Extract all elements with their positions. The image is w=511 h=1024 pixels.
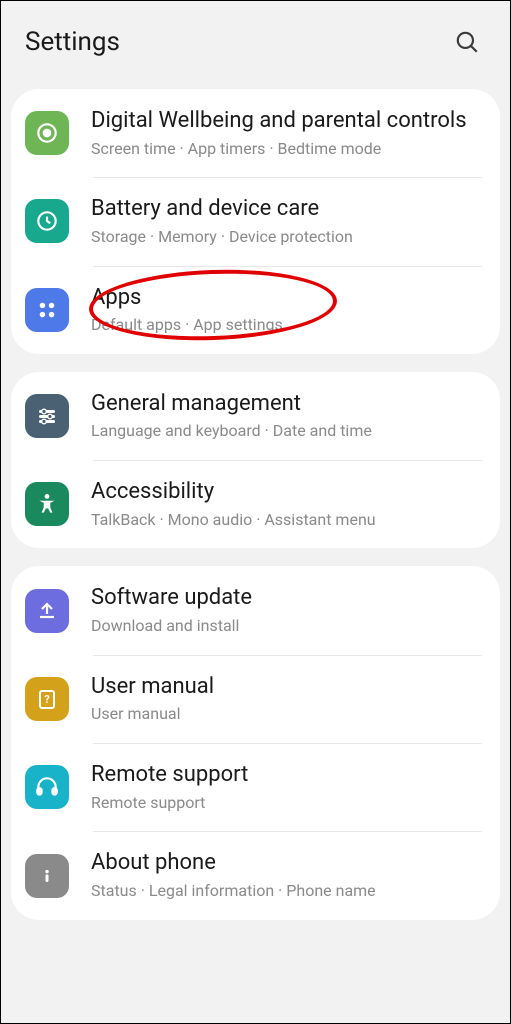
apps-icon xyxy=(25,288,69,332)
page-title: Settings xyxy=(25,27,120,57)
item-title: Apps xyxy=(91,284,486,312)
item-subtitle: TalkBack · Mono audio · Assistant menu xyxy=(91,510,486,531)
item-remote-support[interactable]: Remote support Remote support xyxy=(11,743,500,831)
item-subtitle: Screen time · App timers · Bedtime mode xyxy=(91,139,486,160)
item-accessibility[interactable]: Accessibility TalkBack · Mono audio · As… xyxy=(11,460,500,548)
item-title: General management xyxy=(91,390,486,418)
item-software-update[interactable]: Software update Download and install xyxy=(11,566,500,654)
item-title: Remote support xyxy=(91,761,486,789)
general-management-icon xyxy=(25,394,69,438)
about-phone-icon xyxy=(25,854,69,898)
remote-support-icon xyxy=(25,765,69,809)
settings-group-3: Software update Download and install ? U… xyxy=(11,566,500,919)
header: Settings xyxy=(1,1,510,89)
item-subtitle: Status · Legal information · Phone name xyxy=(91,881,486,902)
accessibility-icon xyxy=(25,482,69,526)
item-subtitle: User manual xyxy=(91,704,486,725)
item-apps[interactable]: Apps Default apps · App settings xyxy=(11,266,500,354)
item-subtitle: Storage · Memory · Device protection xyxy=(91,227,486,248)
item-title: Software update xyxy=(91,584,486,612)
svg-text:?: ? xyxy=(44,693,50,706)
item-title: User manual xyxy=(91,673,486,701)
item-text: Apps Default apps · App settings xyxy=(91,284,486,336)
item-text: General management Language and keyboard… xyxy=(91,390,486,442)
settings-group-1: Digital Wellbeing and parental controls … xyxy=(11,89,500,354)
item-about-phone[interactable]: About phone Status · Legal information ·… xyxy=(11,831,500,919)
item-title: About phone xyxy=(91,849,486,877)
item-digital-wellbeing[interactable]: Digital Wellbeing and parental controls … xyxy=(11,89,500,177)
settings-group-2: General management Language and keyboard… xyxy=(11,372,500,549)
item-text: User manual User manual xyxy=(91,673,486,725)
item-general-management[interactable]: General management Language and keyboard… xyxy=(11,372,500,460)
item-subtitle: Download and install xyxy=(91,616,486,637)
item-battery-device-care[interactable]: Battery and device care Storage · Memory… xyxy=(11,177,500,265)
item-text: Battery and device care Storage · Memory… xyxy=(91,195,486,247)
item-subtitle: Language and keyboard · Date and time xyxy=(91,421,486,442)
item-text: Accessibility TalkBack · Mono audio · As… xyxy=(91,478,486,530)
item-text: Digital Wellbeing and parental controls … xyxy=(91,107,486,159)
wellbeing-icon xyxy=(25,111,69,155)
search-icon xyxy=(454,29,480,55)
item-user-manual[interactable]: ? User manual User manual xyxy=(11,655,500,743)
search-button[interactable] xyxy=(448,23,486,61)
software-update-icon xyxy=(25,589,69,633)
item-text: Remote support Remote support xyxy=(91,761,486,813)
item-title: Battery and device care xyxy=(91,195,486,223)
item-text: About phone Status · Legal information ·… xyxy=(91,849,486,901)
battery-care-icon xyxy=(25,199,69,243)
item-title: Accessibility xyxy=(91,478,486,506)
item-subtitle: Default apps · App settings xyxy=(91,315,486,336)
user-manual-icon: ? xyxy=(25,677,69,721)
item-subtitle: Remote support xyxy=(91,793,486,814)
item-text: Software update Download and install xyxy=(91,584,486,636)
item-title: Digital Wellbeing and parental controls xyxy=(91,107,486,135)
